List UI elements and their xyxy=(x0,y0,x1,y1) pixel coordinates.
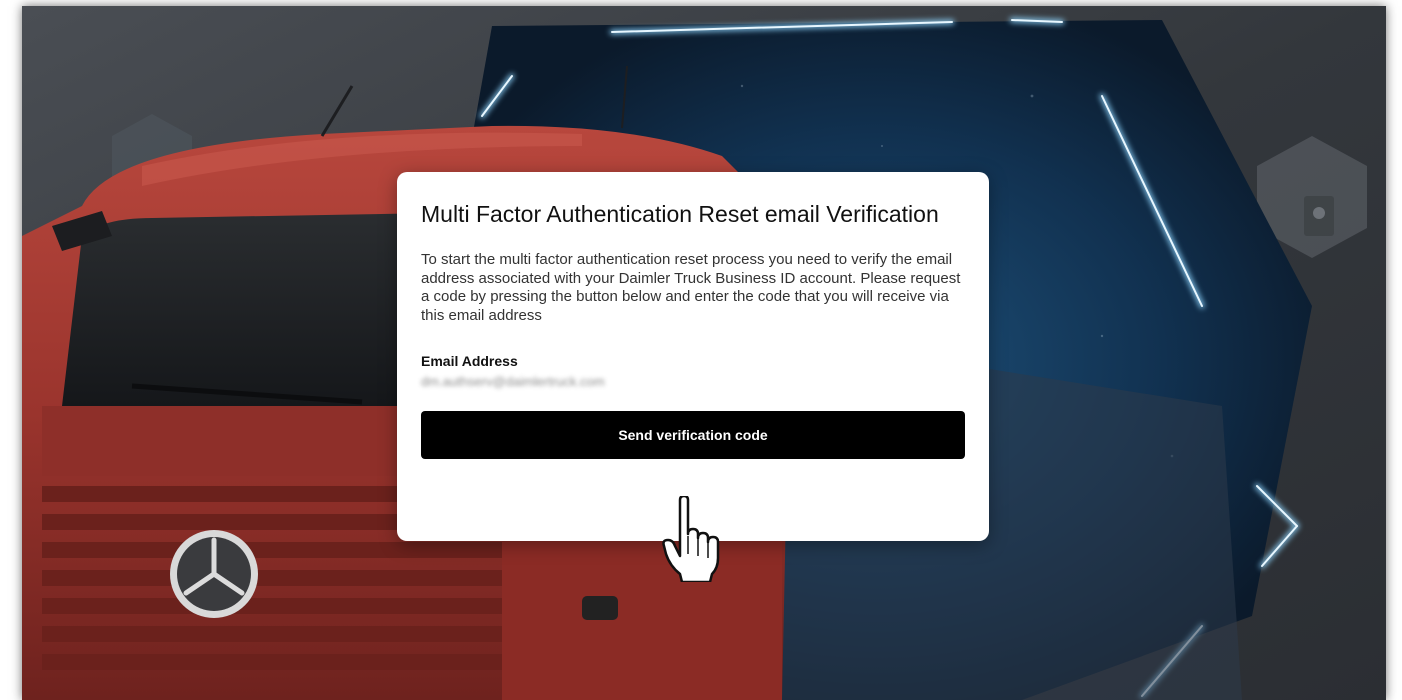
mfa-reset-dialog: Multi Factor Authentication Reset email … xyxy=(397,172,989,541)
hand-pointer-icon xyxy=(662,496,720,582)
app-window: Multi Factor Authentication Reset email … xyxy=(22,6,1386,700)
dialog-title: Multi Factor Authentication Reset email … xyxy=(421,201,939,227)
email-value: dm.authserv@daimlertruck.com xyxy=(421,374,605,389)
email-label: Email Address xyxy=(421,353,518,369)
dialog-description: To start the multi factor authentication… xyxy=(421,251,961,324)
send-verification-code-button[interactable]: Send verification code xyxy=(421,411,965,459)
